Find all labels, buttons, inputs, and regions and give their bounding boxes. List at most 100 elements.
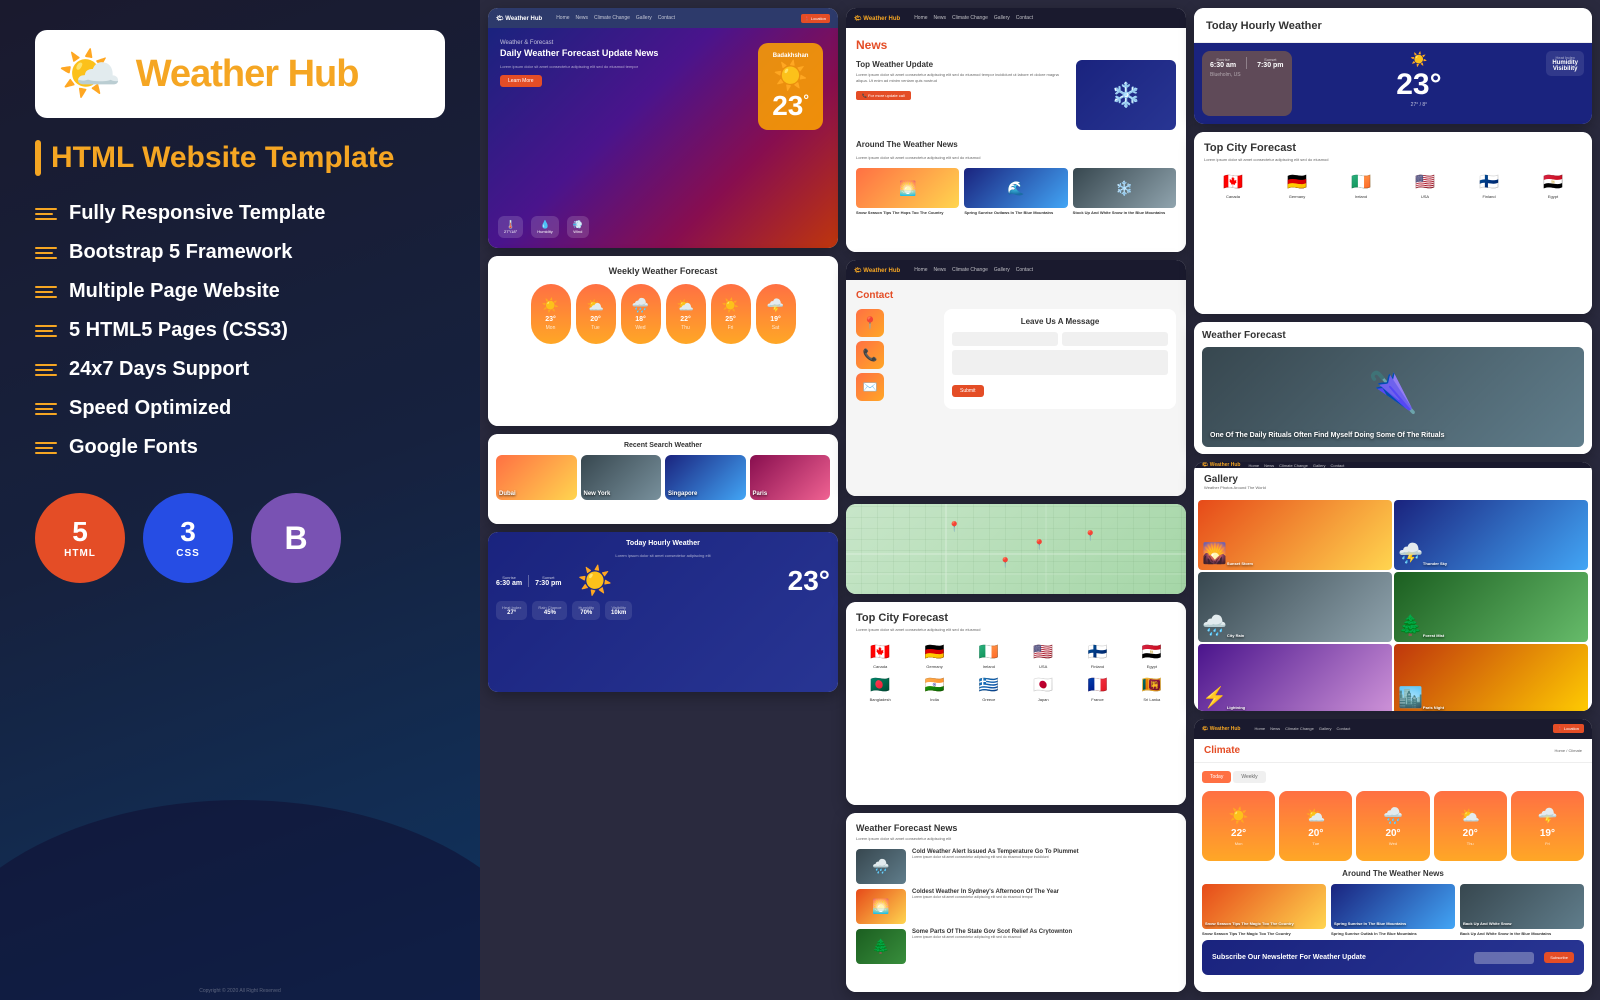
flag-egypt: 🇪🇬 Egypt — [1128, 642, 1176, 669]
climate-subscribe-btn[interactable]: Subscribe — [1544, 952, 1574, 963]
news-caption: Spring Sunrise Outlaws In The Blue Mount… — [964, 210, 1067, 215]
message-textarea[interactable] — [952, 350, 1168, 375]
flag-japan: 🇯🇵 Japan — [1019, 675, 1067, 702]
weather-mini: 💧Humidity — [531, 216, 559, 238]
wave-icon — [35, 442, 57, 454]
lightning-icon: ⚡ — [1202, 685, 1227, 710]
screenshot-column-1: 🌤 Weather Hub Home News Climate Change G… — [488, 8, 838, 992]
col3-city-screenshot[interactable]: Top City Forecast Lorem ipsum dolor sit … — [1194, 132, 1592, 314]
col3-forecast-screenshot[interactable]: Weather Forecast 🌂 One Of The Daily Ritu… — [1194, 322, 1592, 454]
climate-breadcrumb: Home / Climate — [1554, 748, 1582, 753]
map-background: 📍 📍 📍 📍 — [846, 504, 1186, 594]
news-screenshot[interactable]: 🌤 Weather Hub Home News Climate Change G… — [846, 8, 1186, 252]
col3-location: Blueholm, US — [1210, 72, 1284, 78]
climate-news-grid: Snow Season Tips The Magic Too The Count… — [1202, 884, 1584, 936]
news-grid-col: 🌅 Snow Season Tips The Hops Too The Coun… — [856, 168, 959, 215]
screenshot-column-3: Today Hourly Weather Sunrise 6:30 am Sun… — [1194, 8, 1592, 992]
col3-usa-flag: 🇺🇸 — [1415, 172, 1435, 192]
forecast-temp: 19° — [770, 316, 781, 323]
hero-screenshot[interactable]: 🌤 Weather Hub Home News Climate Change G… — [488, 8, 838, 248]
recent-search-screenshot[interactable]: Recent Search Weather Dubai New York — [488, 434, 838, 524]
flag-bangladesh: 🇧🇩 Bangladesh — [856, 675, 904, 702]
col3-hourly-nav: Today Hourly Weather — [1194, 8, 1592, 43]
submit-button[interactable]: Submit — [952, 385, 984, 397]
forecast-news-item-desc: Lorem ipsum dolor sit amet consectetur a… — [912, 895, 1059, 900]
cc3-temp: 20° — [1385, 828, 1400, 839]
hero-btn[interactable]: Learn More — [500, 75, 542, 87]
forecast-news-sunset-img: 🌅 — [856, 889, 906, 924]
india-flag-label: India — [930, 697, 939, 702]
hero-temperature: 23° — [772, 92, 809, 120]
contact-screenshot[interactable]: 🌤 Weather Hub Home News Climate Change G… — [846, 260, 1186, 496]
forecast-browser: Weekly Weather Forecast ☀️ 23° Mon ⛅ 20°… — [488, 256, 838, 426]
forecast-screenshot[interactable]: Weekly Weather Forecast ☀️ 23° Mon ⛅ 20°… — [488, 256, 838, 426]
temp-card: Badakhshan ☀️ 23° — [758, 43, 823, 130]
col3-finland-name: Finland — [1482, 194, 1495, 199]
recent-cards: Dubai New York Singapore — [496, 455, 830, 500]
cc1-icon: ☀️ — [1229, 806, 1249, 826]
forecast-news-item-desc: Lorem ipsum dolor sit amet consectetur a… — [912, 935, 1072, 940]
forecast-card: ⛅ 20° Tue — [576, 284, 616, 344]
feature-item: Multiple Page Website — [35, 274, 445, 309]
bootstrap-badge: B — [251, 493, 341, 583]
gallery-title-bar: Gallery Weather Photos Around The World — [1194, 468, 1592, 496]
forecast-news-text: Coldest Weather In Sydney's Afternoon Of… — [912, 889, 1059, 900]
bangladesh-flag-icon: 🇧🇩 — [870, 675, 890, 695]
col3-germany-flag: 🇩🇪 — [1287, 172, 1307, 192]
cc3-icon: 🌧️ — [1383, 806, 1403, 826]
forecast-card: ☀️ 23° Mon — [531, 284, 571, 344]
cc5-temp: 19° — [1540, 828, 1555, 839]
hourly-title: Today Hourly Weather — [496, 540, 830, 547]
climate-caption-1: Snow Season Tips The Magic Too The Count… — [1202, 931, 1326, 936]
news-nav-links: Home News Climate Change Gallery Contact — [914, 15, 1033, 21]
forecast-temp: 25° — [725, 316, 736, 323]
france-flag-label: France — [1091, 697, 1103, 702]
gallery-caption: Thunder Sky — [1423, 561, 1447, 566]
city-forecast-screenshot[interactable]: Top City Forecast Lorem ipsum dolor sit … — [846, 602, 1186, 805]
gallery-screenshot[interactable]: 🌤 Weather Hub Home News Climate Change G… — [1194, 462, 1592, 710]
climate-screenshot[interactable]: 🌤 Weather Hub Home News Climate Change G… — [1194, 719, 1592, 992]
hourly-screenshot[interactable]: Today Hourly Weather Lorem ipsum dolor s… — [488, 532, 838, 692]
climate-subscribe-input[interactable] — [1474, 952, 1534, 964]
climate-card-3: 🌧️ 20° Wed — [1356, 791, 1429, 861]
feature-label: 5 HTML5 Pages (CSS3) — [69, 319, 288, 342]
map-screenshot[interactable]: 📍 📍 📍 📍 — [846, 504, 1186, 594]
cc2-day: Tue — [1312, 841, 1319, 846]
climate-content: Today Weekly ☀️ 22° Mon ⛅ 20° Tue — [1194, 763, 1592, 992]
forecast-card: 🌧️ 18° Wed — [621, 284, 661, 344]
brand-name-part2: Hub — [288, 53, 359, 95]
feature-label: Speed Optimized — [69, 397, 231, 420]
recent-title: Recent Search Weather — [496, 442, 830, 449]
news-article-title: Top Weather Update — [856, 60, 1068, 69]
cc4-temp: 20° — [1463, 828, 1478, 839]
css-badge-label: CSS — [176, 548, 200, 559]
name-input[interactable] — [952, 332, 1058, 346]
climate-news-caption-1: Snow Season Tips The Magic Too The Count… — [1205, 921, 1294, 926]
forecast-news-screenshot[interactable]: Weather Forecast News Lorem ipsum dolor … — [846, 813, 1186, 992]
climate-news-col: Spring Sunrise In The Blue Mountains Spr… — [1331, 884, 1455, 936]
news-read-btn[interactable]: 📞 For more update call — [856, 91, 911, 100]
forecast-temp: 20° — [590, 316, 601, 323]
climate-nav: 🌤 Weather Hub Home News Climate Change G… — [1194, 719, 1592, 739]
col3-hourly-content: Sunrise 6:30 am Sunset 7:30 pm Blueholm,… — [1194, 43, 1592, 124]
sri-lanka-flag-label: Sri Lanka — [1143, 697, 1160, 702]
sunrise-time: 6:30 am — [496, 580, 522, 587]
usa-flag-label: USA — [1039, 664, 1047, 669]
forecast-icon: 🌧️ — [632, 297, 649, 314]
climate-forecast-cards: ☀️ 22° Mon ⛅ 20° Tue 🌧️ 20° Wed — [1202, 791, 1584, 861]
col3-canada-name: Canada — [1226, 194, 1240, 199]
email-input[interactable] — [1062, 332, 1168, 346]
climate-tabs: Today Weekly — [1202, 771, 1584, 783]
climate-tab-weekly[interactable]: Weekly — [1233, 771, 1265, 783]
recent-card-singapore: Singapore — [665, 455, 746, 500]
news-grid-col: ❄️ Stock Up And White Snow in the Blue M… — [1073, 168, 1176, 215]
col3-ireland-name: Ireland — [1355, 194, 1367, 199]
recent-card-dubai: Dubai — [496, 455, 577, 500]
hourly-content: Today Hourly Weather Lorem ipsum dolor s… — [488, 532, 838, 692]
col3-city-flags: 🇨🇦 Canada 🇩🇪 Germany 🇮🇪 Ireland — [1204, 172, 1582, 199]
col3-hourly-screenshot[interactable]: Today Hourly Weather Sunrise 6:30 am Sun… — [1194, 8, 1592, 124]
feature-label: Fully Responsive Template — [69, 202, 325, 225]
climate-news-img-1: Snow Season Tips The Magic Too The Count… — [1202, 884, 1326, 929]
col3-temperature: 23° — [1396, 68, 1441, 102]
climate-tab-today[interactable]: Today — [1202, 771, 1231, 783]
